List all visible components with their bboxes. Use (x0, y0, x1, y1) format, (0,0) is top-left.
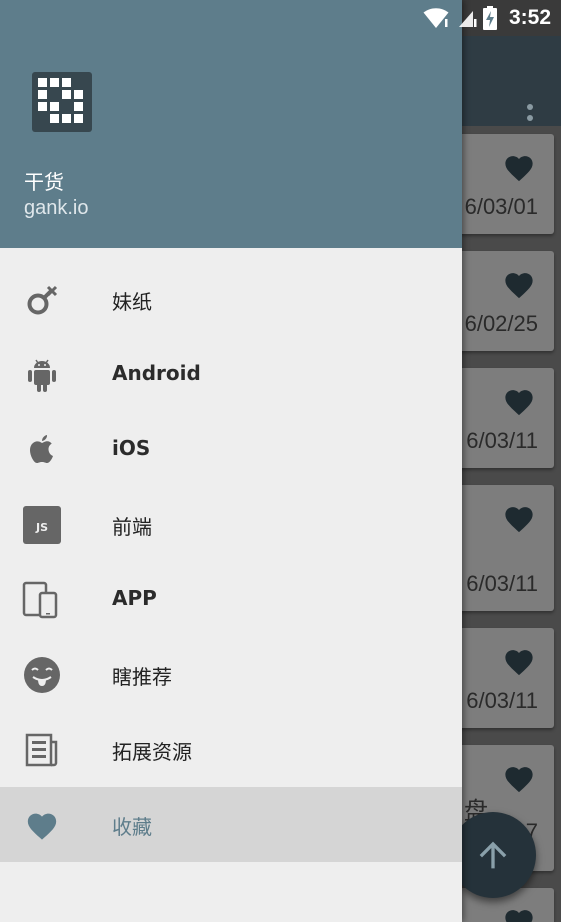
android-icon (22, 355, 62, 395)
card-date: 6/03/11 (466, 428, 538, 453)
devices-icon (22, 580, 62, 620)
article-icon (22, 730, 62, 770)
heart-icon (22, 805, 62, 845)
scroll-to-top-button[interactable] (450, 812, 536, 898)
wifi-icon (423, 8, 449, 28)
apple-icon (22, 430, 62, 470)
menu-item-label: Android (112, 361, 201, 385)
heart-icon[interactable] (502, 646, 536, 676)
female-symbol-icon (22, 280, 62, 320)
menu-item-favorites[interactable]: 收藏 (0, 787, 462, 862)
menu-item-frontend[interactable]: JS 前端 (0, 487, 462, 562)
battery-charging-icon (482, 6, 497, 30)
svg-text:JS: JS (35, 521, 48, 534)
menu-item-ios[interactable]: iOS (0, 412, 462, 487)
heart-icon[interactable] (502, 763, 536, 793)
menu-item-label: 前端 (112, 515, 152, 539)
screen: 6/03/01 6/02/25 6/03/11 6/03/11 6/03/11 … (0, 0, 561, 922)
menu-item-android[interactable]: Android (0, 337, 462, 412)
menu-item-resources[interactable]: 拓展资源 (0, 712, 462, 787)
drawer-menu: 妹纸 Android iOS JS 前端 APP 瞎推荐 拓展资源 收藏 (0, 262, 462, 862)
navigation-drawer: 干货 gank.io 妹纸 Android iOS JS 前端 APP 瞎推荐 … (0, 0, 462, 922)
menu-item-recommend[interactable]: 瞎推荐 (0, 637, 462, 712)
tongue-emoji-icon (22, 655, 62, 695)
javascript-icon: JS (22, 505, 62, 545)
card-date: 6/03/11 (466, 571, 538, 596)
status-time: 3:52 (508, 6, 551, 29)
card-date: 6/02/25 (464, 311, 538, 336)
card-date: 6/03/01 (464, 194, 538, 219)
menu-item-label: 瞎推荐 (112, 665, 172, 689)
menu-item-label: 妹纸 (112, 290, 152, 314)
heart-icon[interactable] (502, 152, 536, 182)
app-title: 干货 (24, 170, 64, 194)
heart-icon[interactable] (502, 503, 536, 533)
heart-icon[interactable] (502, 906, 536, 922)
app-logo-icon (32, 72, 92, 132)
heart-icon[interactable] (502, 386, 536, 416)
menu-item-label: 拓展资源 (112, 740, 192, 764)
signal-icon (458, 11, 477, 27)
menu-item-label: 收藏 (112, 815, 152, 839)
menu-item-label: iOS (112, 436, 151, 460)
menu-item-girls[interactable]: 妹纸 (0, 262, 462, 337)
heart-icon[interactable] (502, 269, 536, 299)
menu-item-app[interactable]: APP (0, 562, 462, 637)
drawer-header: 干货 gank.io (0, 0, 462, 248)
app-subtitle: gank.io (24, 197, 89, 219)
menu-item-label: APP (112, 586, 157, 610)
card-date: 6/03/11 (466, 688, 538, 713)
status-bar: 3:52 (0, 0, 561, 36)
arrow-up-icon (479, 841, 507, 869)
